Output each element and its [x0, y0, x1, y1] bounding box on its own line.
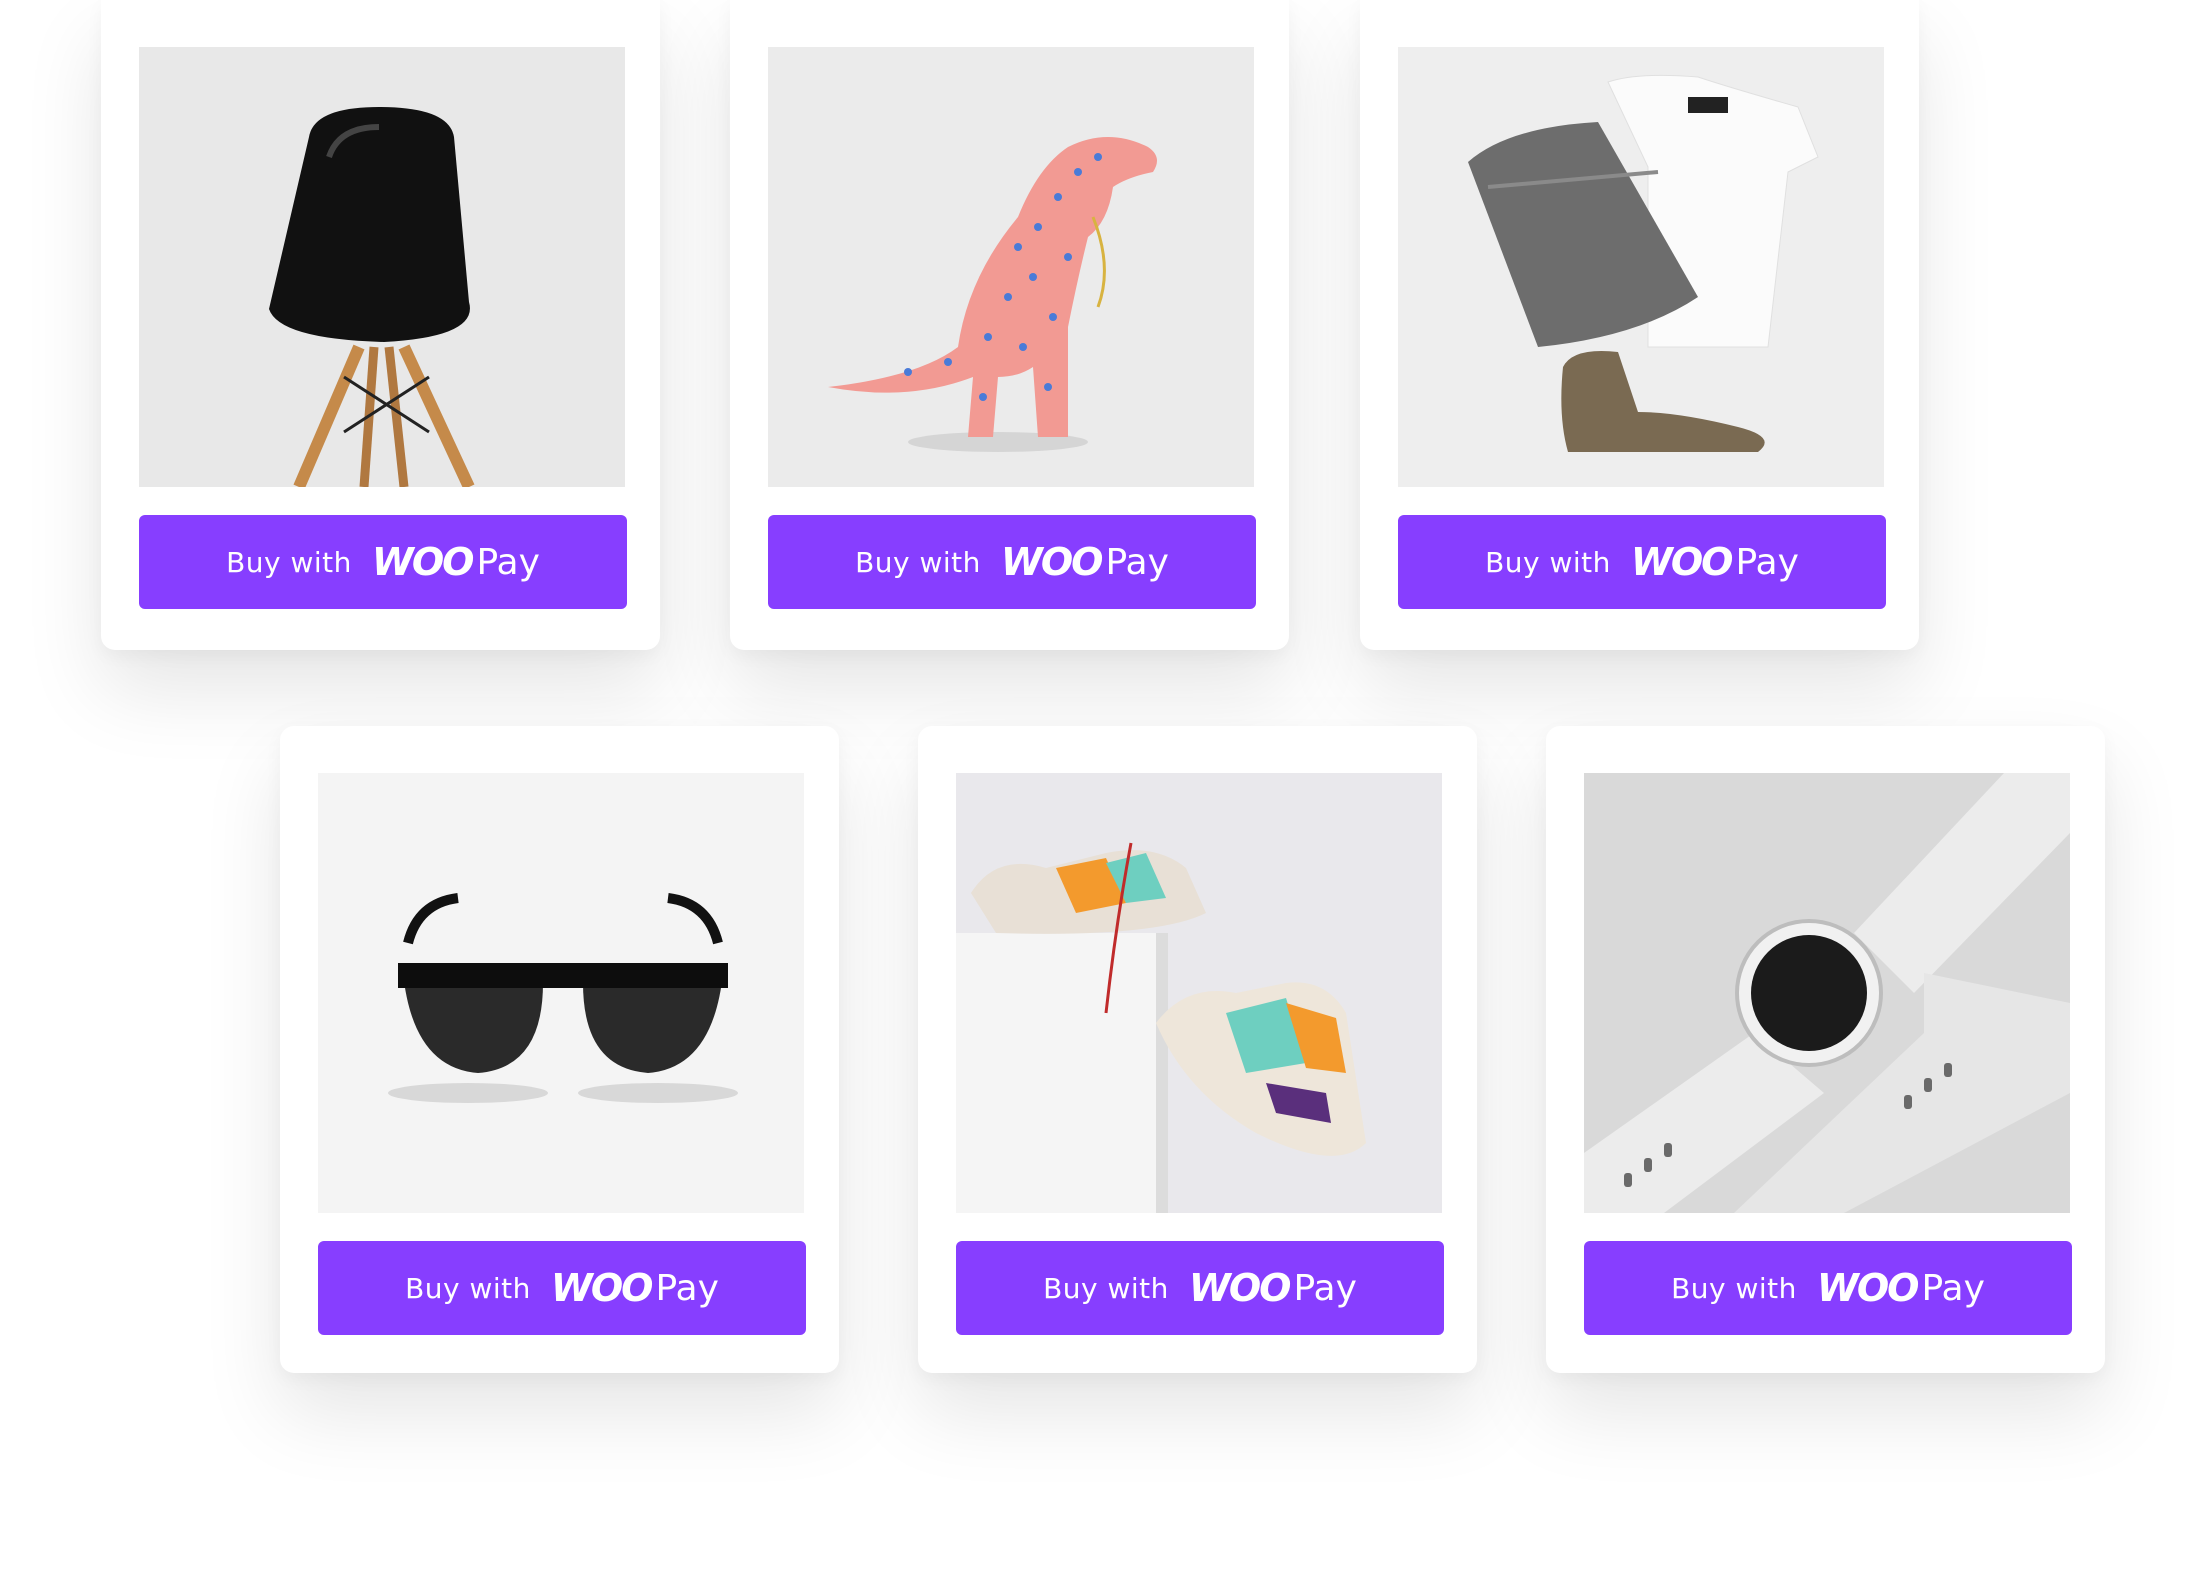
product-card: Buy with WOO Pay: [1360, 0, 1919, 650]
buy-label: Buy with: [1485, 545, 1611, 579]
woo-logo: WOO: [371, 540, 475, 584]
woo-logo: WOO: [1000, 540, 1104, 584]
pay-logo: Pay: [476, 541, 540, 583]
woo-logo: WOO: [1188, 1266, 1292, 1310]
product-grid: Buy with WOO Pay Buy with WOO Pay Buy wi…: [0, 0, 2201, 1573]
woo-logo: WOO: [1816, 1266, 1920, 1310]
product-card: Buy with WOO Pay: [280, 726, 839, 1373]
product-card: Buy with WOO Pay: [730, 0, 1289, 650]
pay-logo: Pay: [655, 1267, 719, 1309]
buy-label: Buy with: [405, 1271, 531, 1305]
product-image-sneakers[interactable]: [956, 773, 1442, 1213]
buy-with-woopay-button[interactable]: Buy with WOO Pay: [768, 515, 1256, 609]
pay-logo: Pay: [1105, 541, 1169, 583]
buy-label: Buy with: [1671, 1271, 1797, 1305]
product-image-chair[interactable]: [139, 47, 625, 487]
buy-with-woopay-button[interactable]: Buy with WOO Pay: [956, 1241, 1444, 1335]
buy-with-woopay-button[interactable]: Buy with WOO Pay: [1398, 515, 1886, 609]
buy-label: Buy with: [1043, 1271, 1169, 1305]
woo-logo: WOO: [1630, 540, 1734, 584]
buy-label: Buy with: [226, 545, 352, 579]
product-image-sunglasses[interactable]: [318, 773, 804, 1213]
buy-with-woopay-button[interactable]: Buy with WOO Pay: [318, 1241, 806, 1335]
product-image-smartwatch[interactable]: [1584, 773, 2070, 1213]
product-card: Buy with WOO Pay: [918, 726, 1477, 1373]
product-card: Buy with WOO Pay: [101, 0, 660, 650]
buy-with-woopay-button[interactable]: Buy with WOO Pay: [1584, 1241, 2072, 1335]
pay-logo: Pay: [1735, 541, 1799, 583]
pay-logo: Pay: [1921, 1267, 1985, 1309]
product-image-dinosaur[interactable]: [768, 47, 1254, 487]
pay-logo: Pay: [1293, 1267, 1357, 1309]
product-image-clothes[interactable]: [1398, 47, 1884, 487]
product-card: Buy with WOO Pay: [1546, 726, 2105, 1373]
woo-logo: WOO: [550, 1266, 654, 1310]
buy-with-woopay-button[interactable]: Buy with WOO Pay: [139, 515, 627, 609]
buy-label: Buy with: [855, 545, 981, 579]
